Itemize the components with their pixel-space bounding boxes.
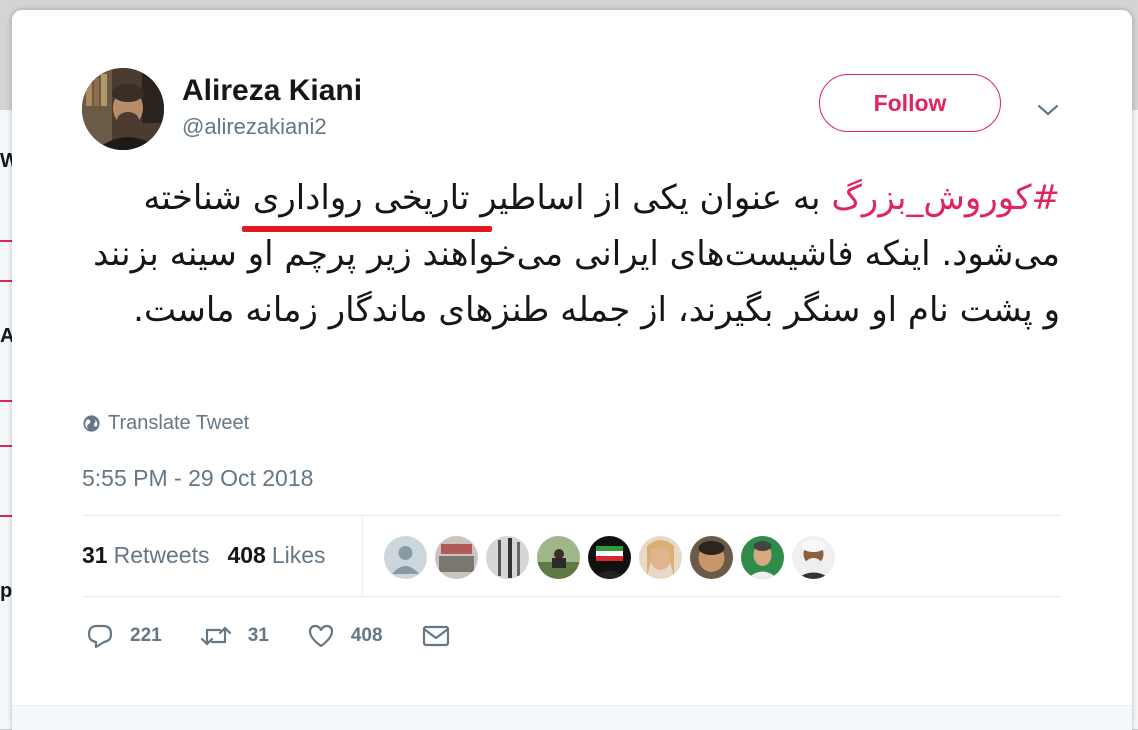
- globe-icon: [83, 415, 100, 432]
- tweet-timestamp[interactable]: 5:55 PM - 29 Oct 2018: [82, 465, 313, 492]
- annotation-underline: [242, 226, 492, 232]
- retweet-icon: [200, 626, 231, 646]
- tweet-actions: 221 31 408: [86, 622, 489, 650]
- retweets-stat[interactable]: 31 Retweets: [82, 542, 227, 569]
- liker-avatar[interactable]: [588, 536, 631, 579]
- background-timeline-fragment: W A p: [0, 110, 12, 729]
- liker-avatar[interactable]: [537, 536, 580, 579]
- liker-avatar[interactable]: [486, 536, 529, 579]
- chevron-down-icon[interactable]: [1036, 98, 1060, 122]
- hashtag-link[interactable]: #کوروش_بزرگ: [831, 178, 1060, 218]
- retweets-stat-label: Retweets: [113, 542, 210, 568]
- avatar[interactable]: [82, 68, 164, 150]
- likes-stat-count: 408: [227, 542, 266, 568]
- liker-avatars: [384, 536, 843, 579]
- envelope-icon: [422, 625, 449, 647]
- liker-avatar[interactable]: [741, 536, 784, 579]
- follow-button[interactable]: Follow: [819, 74, 1001, 132]
- engagement-stats: 31 Retweets 408 Likes: [82, 542, 344, 569]
- retweets-stat-count: 31: [82, 542, 108, 568]
- divider: [82, 515, 1062, 516]
- liker-avatar[interactable]: [639, 536, 682, 579]
- avatar-image: [82, 68, 164, 150]
- background-right-fragment: [1132, 110, 1138, 729]
- translate-label: Translate Tweet: [108, 412, 250, 434]
- like-count: 408: [350, 625, 383, 646]
- retweet-count: 31: [247, 625, 269, 646]
- liker-avatar[interactable]: [384, 536, 427, 579]
- retweet-button[interactable]: 31: [200, 622, 269, 650]
- liker-avatar[interactable]: [690, 536, 733, 579]
- tweet-card: Alireza Kiani @alirezakiani2 Follow #کور…: [12, 10, 1132, 730]
- likes-stat[interactable]: 408 Likes: [227, 542, 343, 569]
- reply-count: 221: [130, 625, 162, 646]
- tweet-text: #کوروش_بزرگ به عنوان یکی از اساطیر تاریخ…: [80, 170, 1060, 338]
- divider: [82, 596, 1062, 597]
- direct-message-button[interactable]: [421, 622, 451, 650]
- translate-tweet-link[interactable]: Translate Tweet: [82, 412, 249, 435]
- stats-separator: [362, 516, 363, 596]
- liker-avatar[interactable]: [792, 536, 835, 579]
- reply-button[interactable]: 221: [86, 622, 162, 650]
- likes-stat-label: Likes: [271, 542, 326, 568]
- display-name[interactable]: Alireza Kiani: [182, 74, 362, 108]
- card-footer: [12, 705, 1132, 730]
- liker-avatar[interactable]: [435, 536, 478, 579]
- like-button[interactable]: 408: [307, 622, 383, 650]
- heart-icon: [308, 624, 333, 648]
- username-handle[interactable]: @alirezakiani2: [182, 114, 327, 140]
- reply-icon: [87, 624, 113, 649]
